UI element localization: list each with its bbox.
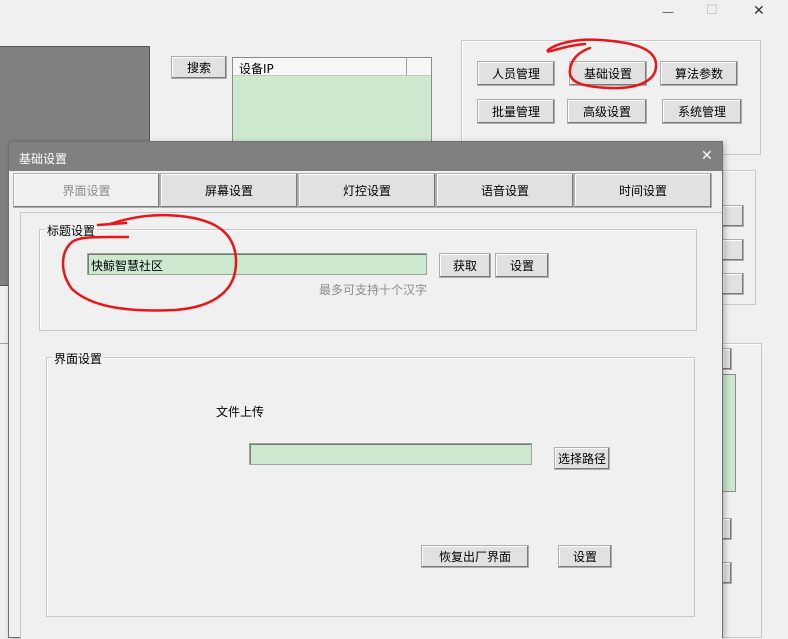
device-list[interactable]: 设备IP xyxy=(232,57,432,147)
right-partial-button-4[interactable] xyxy=(722,348,732,370)
tab-time-settings[interactable]: 时间设置 xyxy=(574,173,712,208)
restore-factory-interface-button[interactable]: 恢复出厂界面 xyxy=(421,545,529,568)
tab-interface-settings[interactable]: 界面设置 xyxy=(13,173,160,208)
title-settings-legend: 标题设置 xyxy=(45,222,98,239)
dialog-title-bar[interactable]: 基础设置 ✕ xyxy=(9,142,722,171)
minimize-button[interactable]: — xyxy=(662,5,674,19)
tab-screen-settings[interactable]: 屏幕设置 xyxy=(160,173,298,208)
system-management-button[interactable]: 系统管理 xyxy=(662,99,742,124)
right-partial-button-3[interactable] xyxy=(722,273,744,295)
right-partial-button-2[interactable] xyxy=(722,239,744,261)
algorithm-params-button[interactable]: 算法参数 xyxy=(660,61,738,86)
title-settings-group xyxy=(39,229,697,331)
title-input-value: 快鲸智慧社区 xyxy=(91,259,164,273)
tab-label: 屏幕设置 xyxy=(204,184,253,198)
right-partial-button-1[interactable] xyxy=(722,205,744,227)
person-management-button[interactable]: 人员管理 xyxy=(477,61,555,86)
interface-settings-legend: 界面设置 xyxy=(52,350,105,367)
title-input[interactable]: 快鲸智慧社区 xyxy=(87,253,427,275)
tab-voice-settings[interactable]: 语音设置 xyxy=(436,173,574,208)
tab-label: 灯控设置 xyxy=(342,184,391,198)
maximize-button[interactable]: ☐ xyxy=(706,3,718,18)
right-partial-list xyxy=(722,374,736,492)
right-partial-button-6[interactable] xyxy=(722,562,732,584)
close-button[interactable]: ✕ xyxy=(753,3,765,19)
right-partial-button-5[interactable] xyxy=(722,518,732,540)
tab-light-settings[interactable]: 灯控设置 xyxy=(298,173,436,208)
column-header-device-ip[interactable]: 设备IP xyxy=(239,60,274,77)
device-list-header-filler xyxy=(407,58,431,76)
upload-path-input[interactable] xyxy=(249,443,532,465)
dialog-close-icon[interactable]: ✕ xyxy=(701,148,713,164)
tab-label: 界面设置 xyxy=(62,184,111,198)
window-controls: — ☐ ✕ xyxy=(640,0,788,28)
dialog-title: 基础设置 xyxy=(19,152,68,166)
basic-settings-button[interactable]: 基础设置 xyxy=(569,61,647,86)
get-title-button[interactable]: 获取 xyxy=(439,253,491,278)
device-list-header: 设备IP xyxy=(233,58,407,76)
function-button-group xyxy=(461,40,761,155)
tab-bar: 界面设置 屏幕设置 灯控设置 语音设置 时间设置 xyxy=(13,173,712,208)
advanced-settings-button[interactable]: 高级设置 xyxy=(567,99,647,124)
file-upload-label: 文件上传 xyxy=(216,405,265,419)
title-hint: 最多可支持十个汉字 xyxy=(319,283,428,297)
tab-content-panel: 标题设置 快鲸智慧社区 获取 设置 最多可支持十个汉字 界面设置 文件上传 选择… xyxy=(20,212,722,639)
set-title-button[interactable]: 设置 xyxy=(495,253,549,278)
choose-path-button[interactable]: 选择路径 xyxy=(554,447,610,470)
search-button[interactable]: 搜索 xyxy=(171,56,227,79)
tab-label: 时间设置 xyxy=(618,184,667,198)
set-interface-button[interactable]: 设置 xyxy=(558,545,612,568)
tab-label: 语音设置 xyxy=(480,184,529,198)
interface-settings-group xyxy=(46,357,695,617)
batch-management-button[interactable]: 批量管理 xyxy=(477,99,555,124)
basic-settings-dialog: 基础设置 ✕ 界面设置 屏幕设置 灯控设置 语音设置 时间设置 标题设置 快鲸智… xyxy=(8,141,723,639)
